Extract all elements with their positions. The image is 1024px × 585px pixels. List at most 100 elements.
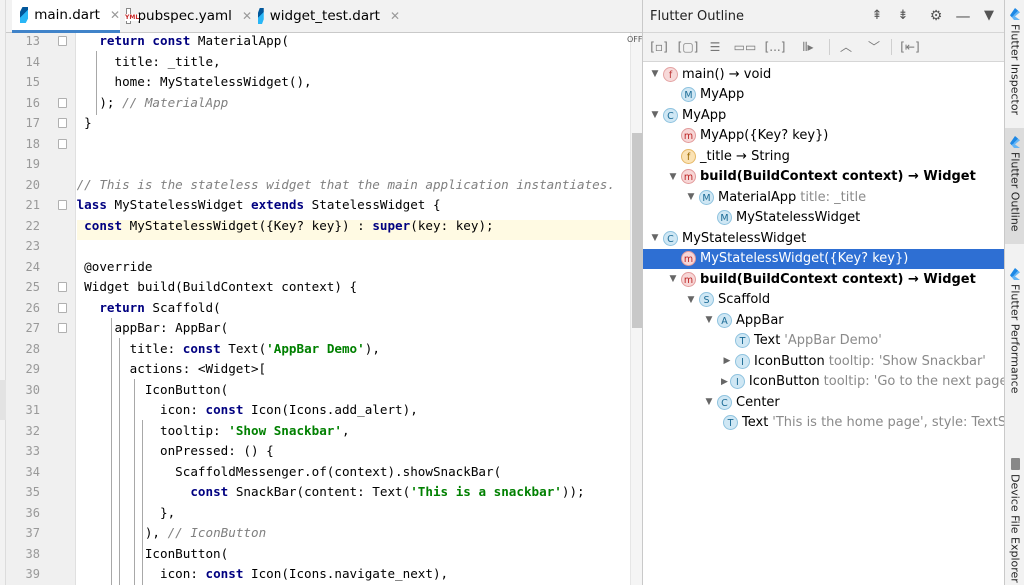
code-editor[interactable]: return const MaterialApp( title: _title,… xyxy=(77,33,630,585)
tab-main-dart[interactable]: main.dart ✕ xyxy=(12,0,120,33)
node-label: Text xyxy=(742,415,769,431)
fold-marker-icon[interactable] xyxy=(58,97,67,108)
line-number: 24 xyxy=(25,259,40,274)
chevron-down-icon[interactable]: ▼ xyxy=(649,69,661,79)
flutter-outline-tab[interactable]: Flutter Outline xyxy=(1005,128,1024,244)
node-type-icon: M xyxy=(681,87,696,103)
code-line: const SnackBar(content: Text('This is a … xyxy=(190,484,585,499)
outline-node[interactable]: M MyApp xyxy=(643,85,1005,106)
tab-widget-test-dart[interactable]: widget_test.dart ✕ xyxy=(252,0,400,32)
outline-node[interactable]: ▼ M MaterialApp title: _title xyxy=(643,187,1005,208)
outline-node[interactable]: ▼ C MyApp xyxy=(643,105,1005,126)
flutter-outline-panel: Flutter Outline ⇞ ⇟ ⚙ — ▼ [▫] [▢] ☰ ▭▭ [… xyxy=(642,0,1024,585)
chevron-right-icon[interactable]: ▶ xyxy=(721,377,728,387)
code-line: actions: <Widget>[ xyxy=(77,361,267,376)
fold-marker-icon[interactable] xyxy=(58,282,67,292)
outline-node[interactable]: ▶ I IconButton tooltip: 'Go to the next pag… xyxy=(643,372,1011,393)
node-detail: title: _title xyxy=(800,189,867,205)
node-type-icon: S xyxy=(699,292,714,308)
outline-node[interactable]: T Text 'This is the home page', style: Tex… xyxy=(643,413,1024,434)
device-file-explorer-tab[interactable]: Device File Explorer xyxy=(1005,450,1024,585)
node-type-icon: T xyxy=(723,415,738,431)
node-type-icon: m xyxy=(681,251,696,267)
close-icon[interactable]: ✕ xyxy=(242,9,252,23)
line-number: 25 xyxy=(25,280,40,294)
outline-node[interactable]: f _title → String xyxy=(643,146,1005,167)
tab-label: pubspec.yaml xyxy=(137,8,232,24)
fold-marker-icon[interactable] xyxy=(58,36,67,46)
chevron-down-icon[interactable]: ▼ xyxy=(685,192,697,202)
line-number-gutter: 13 14 15 16 17 18 19 20 21 22 23 24 25 26 27 28 29 30 31 32… xyxy=(6,33,76,585)
chevron-down-icon[interactable]: ▼ xyxy=(703,397,715,407)
remove-widget-icon[interactable]: [⇤] xyxy=(899,38,921,56)
chevron-down-icon[interactable]: ▼ xyxy=(667,274,679,284)
line-number: 14 xyxy=(25,54,40,69)
expand-all-icon[interactable]: ⇞ xyxy=(869,8,885,24)
chevron-down-icon[interactable]: ▼ xyxy=(667,172,679,182)
minimize-icon[interactable]: — xyxy=(955,8,971,24)
outline-node[interactable]: m MyApp({Key? key}) xyxy=(643,126,1005,147)
fold-marker-icon[interactable] xyxy=(58,323,67,333)
close-icon[interactable]: ✕ xyxy=(110,8,120,22)
editor-scrollbar[interactable] xyxy=(630,33,642,585)
node-detail: tooltip: 'Go to the next page' xyxy=(823,374,1012,390)
stream-builder-icon[interactable]: ⫴▸ xyxy=(793,38,823,56)
outline-node[interactable]: m MyStatelessWidget({Key? key}) xyxy=(643,248,1005,269)
center-widget-icon[interactable]: [▫] xyxy=(649,38,669,56)
outline-node[interactable]: T Text 'AppBar Demo' xyxy=(643,331,1005,352)
code-line: icon: const Icon(Icons.navigate_next), xyxy=(159,566,449,581)
code-line: /// This is the stateless widget that th… xyxy=(77,176,615,192)
chevron-down-icon[interactable]: ▼ xyxy=(685,295,697,305)
tab-pubspec-yaml[interactable]: pubspec.yaml ✕ xyxy=(120,0,252,32)
fold-marker-icon[interactable] xyxy=(58,200,67,210)
node-label: main() → void xyxy=(682,66,772,82)
filter-icon[interactable]: ▼ xyxy=(981,8,997,24)
move-up-icon[interactable]: ︿ xyxy=(837,38,855,56)
line-number: 32 xyxy=(25,423,40,438)
chevron-down-icon[interactable]: ▼ xyxy=(703,315,715,325)
chevron-down-icon[interactable]: ▼ xyxy=(649,110,661,120)
code-line: appBar: AppBar( xyxy=(77,320,229,335)
outline-node[interactable]: ▼ C MyStatelessWidget xyxy=(643,228,1005,249)
padding-widget-icon[interactable]: [▢] xyxy=(677,38,699,56)
node-type-icon: C xyxy=(717,394,732,410)
code-line: Widget build(BuildContext context) { xyxy=(77,279,358,294)
dart-file-icon xyxy=(258,8,264,24)
fold-marker-icon[interactable] xyxy=(58,118,67,128)
scrollbar-thumb[interactable] xyxy=(632,133,642,328)
fold-marker-icon[interactable] xyxy=(58,138,67,149)
outline-node[interactable]: ▶ I IconButton tooltip: 'Show Snackbar' xyxy=(643,351,1005,372)
outline-node[interactable]: ▼ m build(BuildContext context) → Widget xyxy=(643,167,1005,188)
fold-marker-icon[interactable] xyxy=(58,302,67,313)
flutter-inspector-tab[interactable]: Flutter Inspector xyxy=(1005,0,1024,128)
row-widget-icon[interactable]: ▭▭ xyxy=(733,38,757,56)
flutter-performance-tab[interactable]: Flutter Performance xyxy=(1005,260,1024,400)
line-number: 22 xyxy=(25,218,40,233)
outline-node[interactable]: ▼ C Center xyxy=(643,392,1005,413)
outline-node[interactable]: ▼ S Scaffold xyxy=(643,290,1005,311)
line-number: 34 xyxy=(25,464,40,479)
code-line: ScaffoldMessenger.of(context).showSnackB… xyxy=(77,463,502,479)
outline-toolbar: [▫] [▢] ☰ ▭▭ [...] ⫴▸ ︿ ﹀ [⇤] xyxy=(643,33,1005,62)
line-number: 13 xyxy=(25,34,40,48)
code-line: IconButton( xyxy=(77,545,229,561)
outline-node[interactable]: ▼ A AppBar xyxy=(643,310,1005,331)
close-icon[interactable]: ✕ xyxy=(390,9,400,23)
chevron-right-icon[interactable]: ▶ xyxy=(721,356,733,366)
chevron-down-icon[interactable]: ▼ xyxy=(649,233,661,243)
node-type-icon: I xyxy=(729,374,745,390)
indent-guide xyxy=(134,379,136,585)
outline-node[interactable]: M MyStatelessWidget xyxy=(643,208,1005,229)
move-down-icon[interactable]: ﹀ xyxy=(865,38,883,56)
node-type-icon: A xyxy=(717,312,732,328)
indent-guide xyxy=(111,317,113,585)
flutter-icon xyxy=(1010,268,1020,280)
container-widget-icon[interactable]: [...] xyxy=(763,38,787,56)
column-widget-icon[interactable]: ☰ xyxy=(707,38,723,56)
gear-icon[interactable]: ⚙ xyxy=(928,8,944,24)
collapse-all-icon[interactable]: ⇟ xyxy=(895,8,911,24)
node-label: MyApp({Key? key}) xyxy=(700,128,829,144)
outline-node[interactable]: ▼ f main() → void xyxy=(643,64,1005,85)
flutter-icon xyxy=(1010,8,1020,20)
outline-node[interactable]: ▼ m build(BuildContext context) → Widget xyxy=(643,269,1005,290)
